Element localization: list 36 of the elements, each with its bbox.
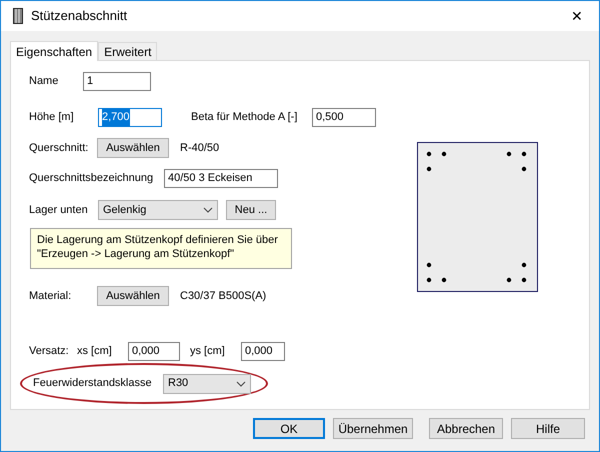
cross-section-value: R-40/50 — [180, 140, 220, 156]
tab[interactable]: Erweitert — [98, 42, 158, 60]
beta-label: Beta für Methode A [-] — [191, 110, 298, 126]
dialog-button[interactable]: Hilfe — [511, 418, 585, 439]
fire-class-dropdown[interactable]: R30 — [163, 374, 251, 394]
name-label: Name — [29, 74, 60, 90]
chevron-down-icon — [236, 380, 246, 386]
cross-section-label: Querschnitt: — [29, 140, 90, 156]
tab[interactable]: Eigenschaften — [10, 41, 98, 61]
info-text: Die Lagerung am Stützenkopf definieren Sie über "Erzeugen -> Lagerung am Stützenkopf" — [37, 233, 279, 262]
offset-label: Versatz: — [29, 344, 70, 360]
dialog-button[interactable]: OK — [253, 418, 325, 439]
select-button[interactable]: Auswählen — [97, 138, 169, 158]
dialog-button[interactable]: Übernehmen — [333, 418, 413, 439]
beta-field[interactable]: 0,500 — [312, 108, 376, 127]
window-title: Stützenabschnitt — [31, 7, 128, 26]
designation-field[interactable]: 40/50 3 Eckeisen — [164, 169, 278, 188]
new-button[interactable]: Neu ... — [226, 200, 276, 220]
support-dropdown[interactable]: Gelenkig — [98, 200, 218, 220]
select-button[interactable]: Auswählen — [97, 286, 169, 306]
ys-label: ys [cm] — [190, 344, 226, 360]
name-field[interactable]: 1 — [83, 72, 151, 91]
designation-label: Querschnittsbezeichnung — [29, 171, 154, 186]
chevron-down-icon — [203, 207, 213, 213]
xs-field[interactable]: 0,000 — [128, 342, 180, 361]
close-button[interactable]: ✕ — [567, 6, 587, 26]
height-label: Höhe [m] — [29, 110, 75, 126]
column-icon — [13, 8, 23, 24]
xs-label: xs [cm] — [77, 344, 113, 360]
material-label: Material: — [29, 288, 72, 304]
support-label: Lager unten — [29, 202, 89, 218]
material-value: C30/37 B500S(A) — [180, 288, 266, 304]
fire-class-label: Feuerwiderstandsklasse — [33, 376, 153, 392]
ys-field[interactable]: 0,000 — [241, 342, 285, 361]
dialog-button[interactable]: Abbrechen — [429, 418, 503, 439]
height-field[interactable]: 2,700 — [98, 108, 162, 127]
